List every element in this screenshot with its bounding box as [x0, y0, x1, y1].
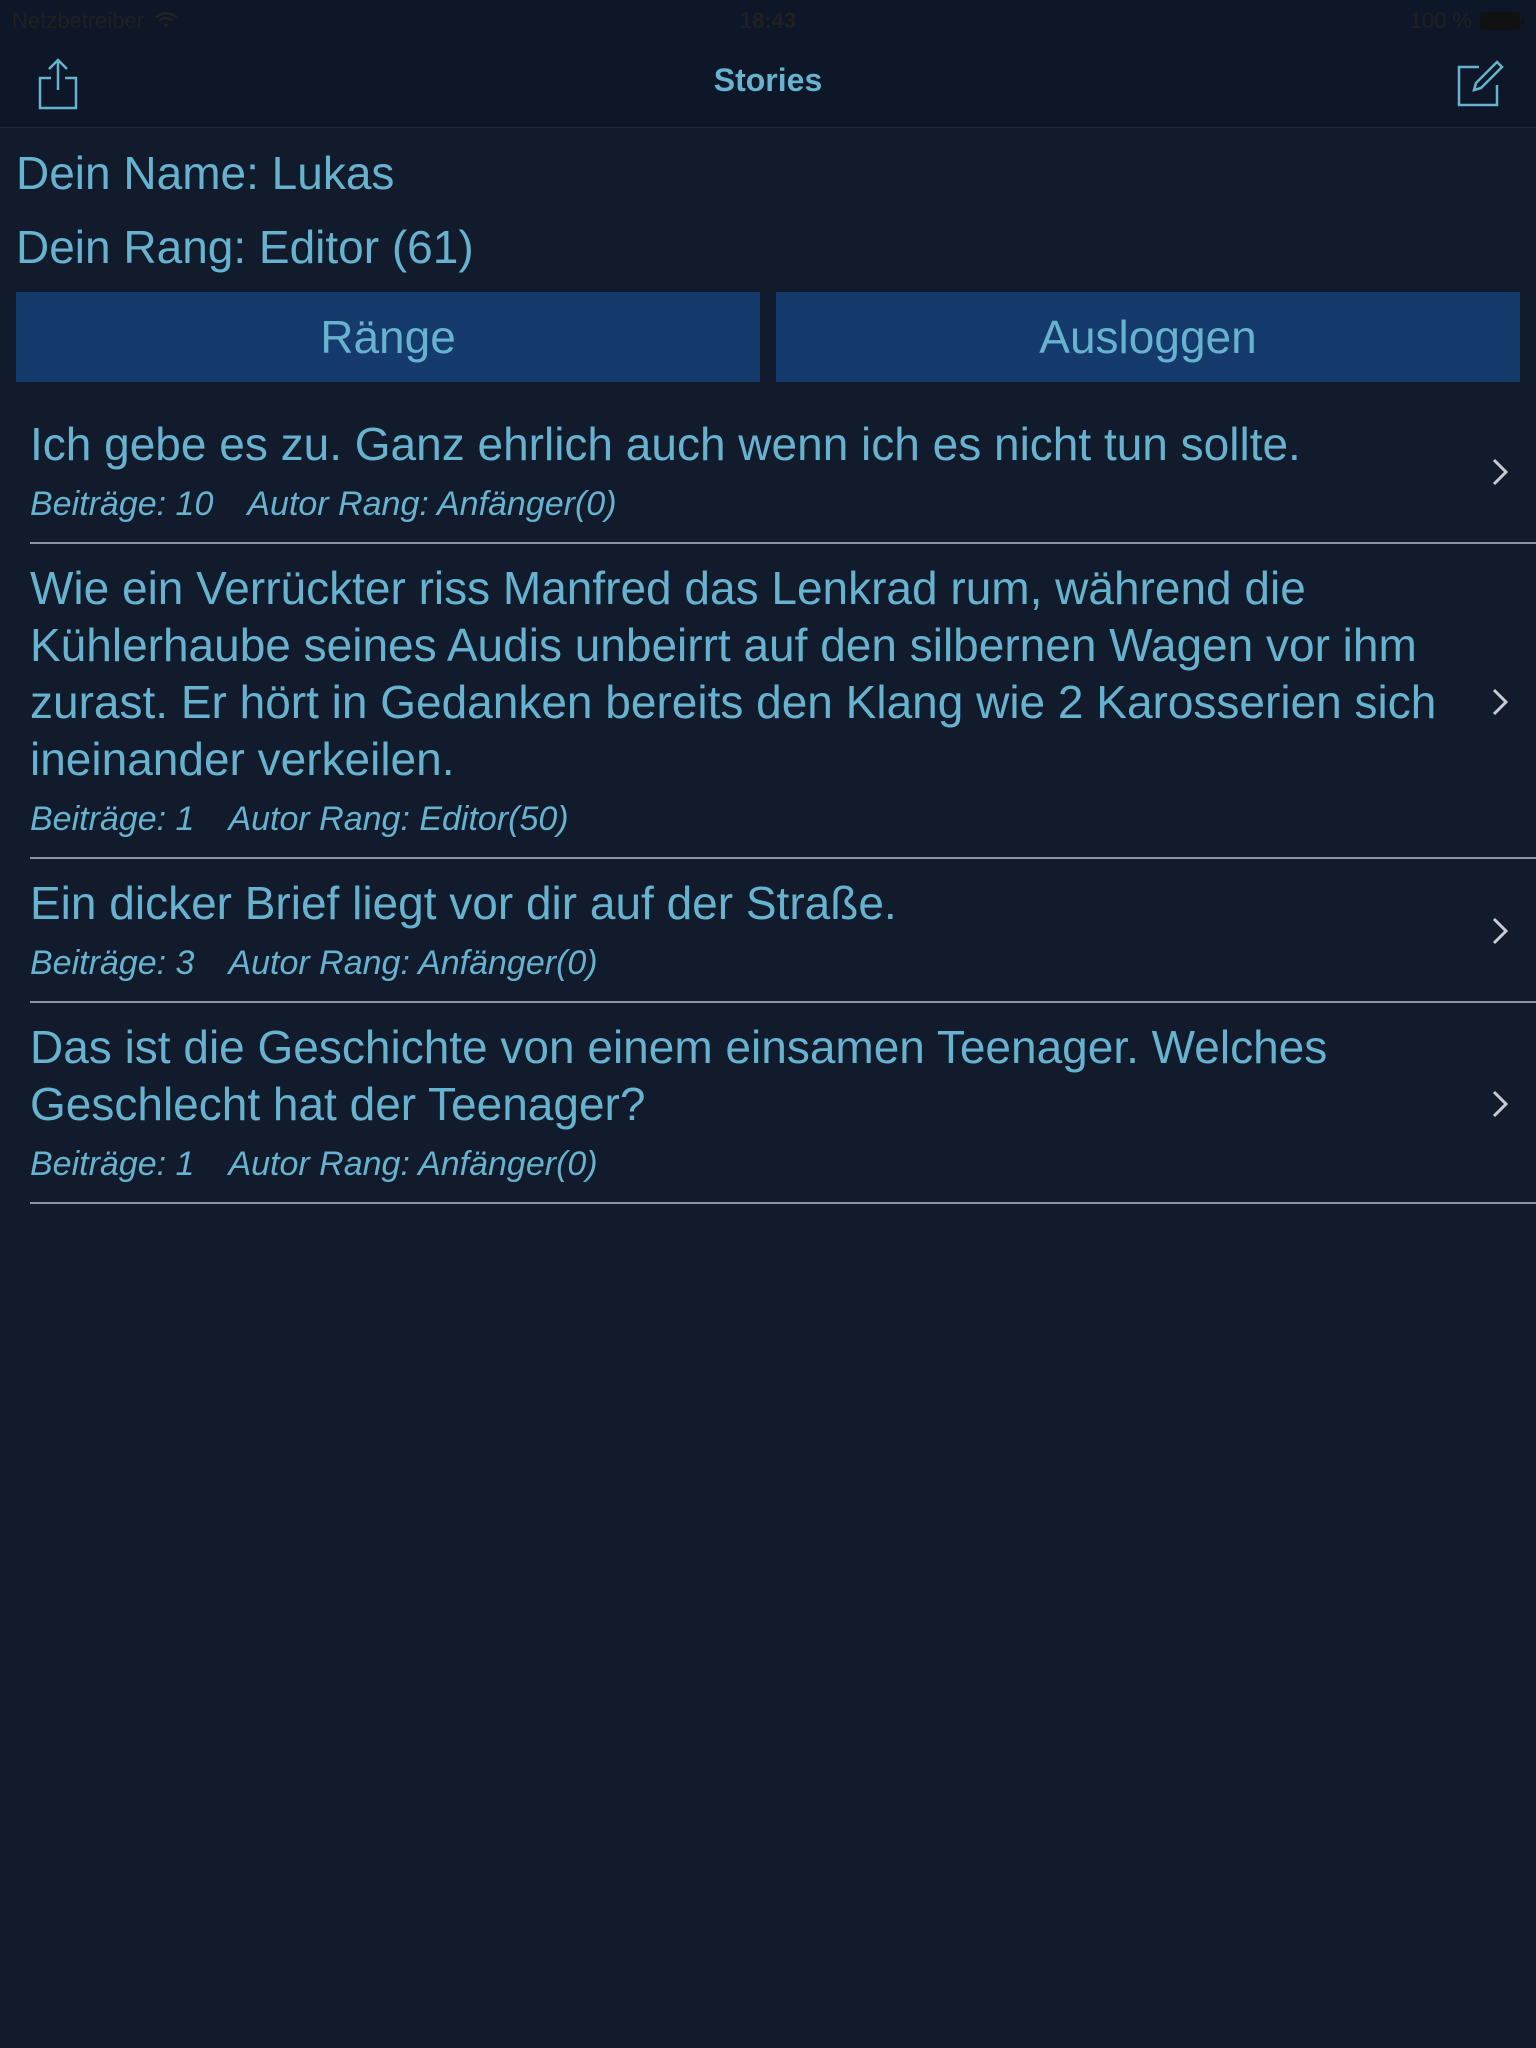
page-title: Stories: [713, 62, 823, 98]
battery-status: 100 %: [1409, 8, 1524, 34]
story-posts-count: Beiträge: 3: [30, 944, 195, 982]
chevron-right-icon: [1492, 458, 1509, 486]
story-title: Das ist die Geschichte von einem einsame…: [30, 1021, 1328, 1130]
logout-button[interactable]: Ausloggen: [776, 292, 1520, 382]
status-time: 18:43: [739, 8, 797, 33]
status-bar: Netzbetreiber 18:43 100 %: [0, 0, 1536, 40]
story-list: Ich gebe es zu. Ganz ehrlich auch wenn i…: [0, 400, 1536, 1204]
story-item[interactable]: Ich gebe es zu. Ganz ehrlich auch wenn i…: [0, 400, 1536, 544]
story-item[interactable]: Wie ein Verrückter riss Manfred das Lenk…: [0, 544, 1536, 859]
story-posts-count: Beiträge: 1: [30, 800, 195, 838]
chevron-right-icon: [1492, 917, 1509, 945]
user-rank-label: Dein Rang: Editor (61): [16, 221, 474, 273]
story-author-rank: Autor Rang: Anfänger(0): [228, 944, 598, 982]
chevron-right-icon: [1492, 1090, 1509, 1117]
chevron-right-icon: [1492, 688, 1509, 715]
story-meta: Beiträge: 1 Autor Rang: Editor(50): [30, 800, 1456, 839]
story-title: Ein dicker Brief liegt vor dir auf der S…: [30, 877, 897, 929]
story-meta: Beiträge: 3 Autor Rang: Anfänger(0): [30, 944, 1456, 983]
story-author-rank: Autor Rang: Anfänger(0): [228, 1145, 598, 1183]
compose-icon: [1457, 60, 1504, 107]
story-title: Wie ein Verrückter riss Manfred das Lenk…: [30, 562, 1437, 785]
compose-button[interactable]: [1450, 54, 1510, 114]
story-author-rank: Autor Rang: Anfänger(0): [247, 485, 617, 523]
story-item[interactable]: Ein dicker Brief liegt vor dir auf der S…: [0, 859, 1536, 1003]
story-item[interactable]: Das ist die Geschichte von einem einsame…: [0, 1003, 1536, 1204]
battery-percent: 100 %: [1409, 8, 1472, 33]
story-meta: Beiträge: 10 Autor Rang: Anfänger(0): [30, 485, 1456, 524]
story-posts-count: Beiträge: 1: [30, 1145, 195, 1183]
navigation-bar: Stories: [0, 40, 1536, 128]
battery-icon: [1480, 12, 1524, 30]
user-name-label: Dein Name: Lukas: [16, 147, 395, 199]
story-meta: Beiträge: 1 Autor Rang: Anfänger(0): [30, 1145, 1456, 1184]
story-title: Ich gebe es zu. Ganz ehrlich auch wenn i…: [30, 418, 1301, 470]
ranks-button[interactable]: Ränge: [16, 292, 760, 382]
story-posts-count: Beiträge: 10: [30, 485, 214, 523]
story-author-rank: Autor Rang: Editor(50): [228, 800, 569, 838]
